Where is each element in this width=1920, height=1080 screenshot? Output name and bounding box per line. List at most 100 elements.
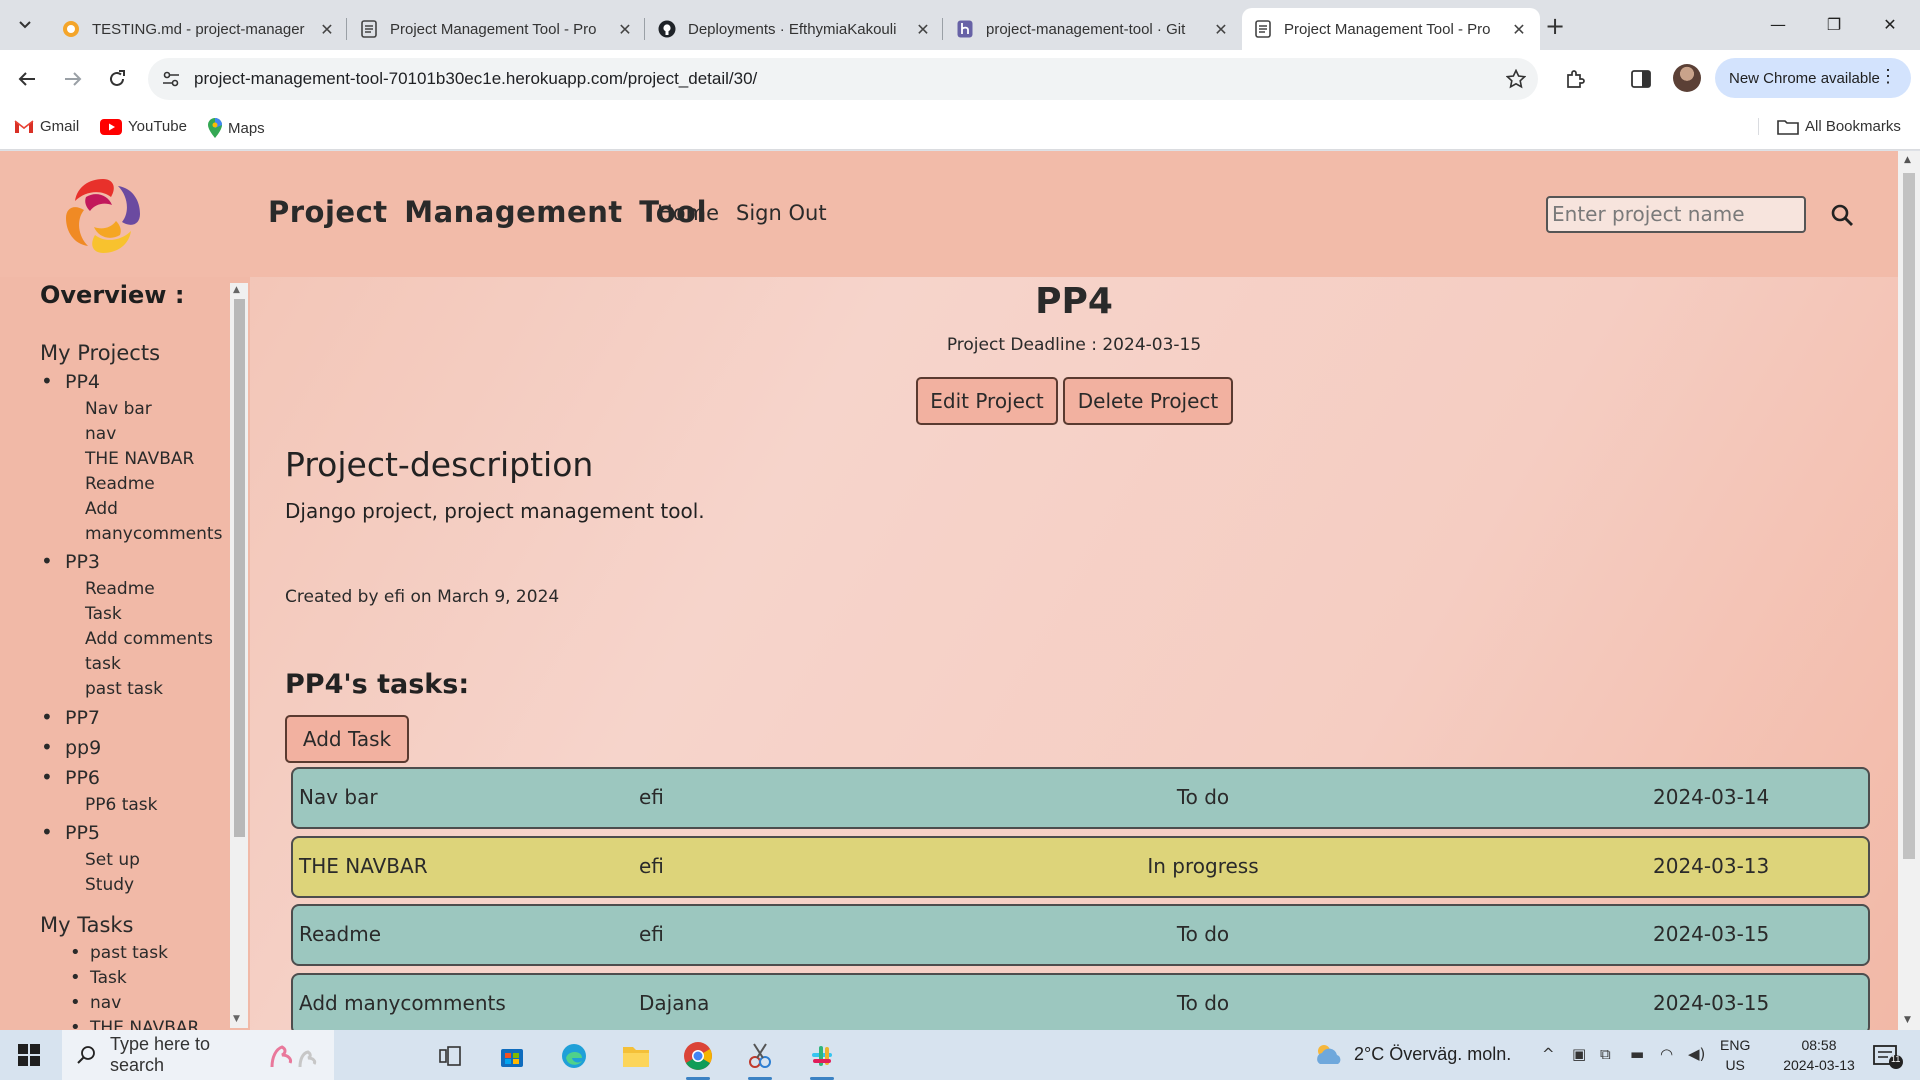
snipping-tool-icon[interactable] xyxy=(740,1038,780,1080)
search-icon[interactable] xyxy=(1828,201,1856,229)
more-menu-icon[interactable]: ⋮ xyxy=(1879,66,1897,87)
sidebar-project[interactable]: PP5 xyxy=(41,820,100,844)
bookmark-maps[interactable]: Maps xyxy=(208,118,265,138)
sidebar-project-task[interactable]: Set up xyxy=(85,848,140,873)
site-info-tune-icon[interactable] xyxy=(148,71,194,87)
task-view-icon[interactable] xyxy=(430,1038,470,1074)
input-language[interactable]: ENG US xyxy=(1720,1035,1750,1075)
sidebar-project[interactable]: PP6 xyxy=(41,765,100,789)
sidebar-project-task[interactable]: Add xyxy=(85,497,118,522)
bookmark-label: Maps xyxy=(228,119,265,137)
sidebar-scroll-thumb[interactable] xyxy=(234,299,245,837)
add-task-button[interactable]: Add Task xyxy=(285,715,409,763)
bookmark-youtube[interactable]: YouTube xyxy=(100,118,187,135)
sidebar-project[interactable]: PP7 xyxy=(41,705,100,729)
sidebar-project[interactable]: PP4 xyxy=(41,369,100,393)
my-task-item[interactable]: Task xyxy=(70,967,127,988)
site-brand-title[interactable]: Project Management Tool xyxy=(268,195,707,229)
restore-icon[interactable]: ❐ xyxy=(1806,8,1862,42)
close-icon[interactable]: ✕ xyxy=(318,20,336,39)
back-arrow-icon[interactable] xyxy=(10,62,44,96)
all-bookmarks[interactable]: All Bookmarks xyxy=(1758,118,1901,135)
sidebar-project[interactable]: pp9 xyxy=(41,735,101,759)
task-status: To do xyxy=(1176,785,1230,809)
volume-icon[interactable]: ◀) xyxy=(1688,1045,1705,1063)
microsoft-store-icon[interactable] xyxy=(492,1038,532,1074)
extensions-puzzle-icon[interactable] xyxy=(1558,62,1592,96)
bookmark-gmail[interactable]: Gmail xyxy=(14,118,79,135)
task-row[interactable]: THE NAVBAR efi In progress 2024-03-13 xyxy=(291,836,1870,898)
sidebar-project-task[interactable]: Readme xyxy=(85,472,155,497)
edge-icon[interactable] xyxy=(554,1038,594,1074)
close-icon[interactable]: ✕ xyxy=(1510,20,1528,39)
task-row[interactable]: Readme efi To do 2024-03-15 xyxy=(291,904,1870,966)
scroll-down-arrow-icon[interactable]: ▼ xyxy=(233,1014,240,1024)
browser-tab-5-active[interactable]: Project Management Tool - Pro ✕ xyxy=(1242,8,1540,50)
project-search-input[interactable]: Enter project name xyxy=(1546,196,1806,233)
system-clock[interactable]: 08:58 2024-03-13 xyxy=(1776,1035,1862,1075)
nav-signout-link[interactable]: Sign Out xyxy=(736,201,827,225)
new-chrome-available-button[interactable]: New Chrome available ⋮ xyxy=(1715,58,1911,98)
browser-tab-3[interactable]: Deployments · EfthymiaKakouli ✕ xyxy=(646,8,944,50)
browser-tab-4[interactable]: project-management-tool · Git ✕ xyxy=(944,8,1242,50)
sidebar-project-task[interactable]: nav xyxy=(85,422,116,447)
meet-now-icon[interactable]: ▣ xyxy=(1572,1045,1586,1063)
sidebar-project-task[interactable]: past task xyxy=(85,677,163,702)
notification-center-icon[interactable]: 11 xyxy=(1866,1040,1906,1070)
scroll-down-arrow-icon[interactable]: ▼ xyxy=(1904,1015,1911,1025)
task-row[interactable]: Add manycomments Dajana To do 2024-03-15 xyxy=(291,973,1870,1030)
windows-start-icon[interactable] xyxy=(18,1044,40,1066)
address-bar[interactable]: project-management-tool-70101b30ec1e.her… xyxy=(148,58,1538,100)
my-tasks-title: My Tasks xyxy=(40,913,134,937)
task-date: 2024-03-14 xyxy=(1653,785,1770,809)
close-icon[interactable]: ✕ xyxy=(914,20,932,39)
sidebar-project-task[interactable]: Study xyxy=(85,873,134,898)
scroll-up-arrow-icon[interactable]: ▲ xyxy=(233,285,240,295)
show-hidden-icons-chevron-icon[interactable]: ^ xyxy=(1542,1045,1555,1063)
forward-arrow-icon[interactable] xyxy=(56,62,90,96)
network-monitor-icon[interactable]: ⧉ xyxy=(1600,1045,1611,1063)
sidebar-project-task[interactable]: task xyxy=(85,652,121,677)
bookmark-star-icon[interactable] xyxy=(1494,69,1538,89)
site-logo[interactable] xyxy=(56,169,150,263)
browser-tab-2[interactable]: Project Management Tool - Pro ✕ xyxy=(348,8,646,50)
scroll-up-arrow-icon[interactable]: ▲ xyxy=(1904,155,1911,165)
sidebar-project-task[interactable]: THE NAVBAR xyxy=(85,447,194,472)
page-scroll-thumb[interactable] xyxy=(1903,173,1915,859)
minimize-icon[interactable]: — xyxy=(1750,8,1806,42)
sidebar-project[interactable]: PP3 xyxy=(41,549,100,573)
taskbar-search-box[interactable]: Type here to search xyxy=(62,1030,334,1080)
battery-icon[interactable]: ▬ xyxy=(1630,1045,1644,1063)
nav-home-link[interactable]: Home xyxy=(657,201,719,225)
tab-search-chevron-icon[interactable] xyxy=(12,12,38,38)
sidebar-project-task[interactable]: Nav bar xyxy=(85,397,152,422)
my-task-item[interactable]: THE NAVBAR xyxy=(70,1017,199,1030)
slack-icon[interactable] xyxy=(802,1038,842,1080)
delete-project-button[interactable]: Delete Project xyxy=(1063,377,1233,425)
file-explorer-icon[interactable] xyxy=(616,1038,656,1074)
sidebar-project-task[interactable]: PP6 task xyxy=(85,793,158,818)
close-icon[interactable]: ✕ xyxy=(616,20,634,39)
close-icon[interactable]: ✕ xyxy=(1212,20,1230,39)
language-code: ENG xyxy=(1720,1037,1751,1053)
chrome-icon[interactable] xyxy=(678,1038,718,1080)
page-scrollbar[interactable]: ▲ ▼ xyxy=(1898,151,1920,1030)
sidebar-project-task[interactable]: Task xyxy=(85,602,122,627)
my-task-item[interactable]: nav xyxy=(70,992,121,1013)
edit-project-button[interactable]: Edit Project xyxy=(916,377,1058,425)
browser-tab-title: Project Management Tool - Pro xyxy=(1284,20,1491,38)
sidebar-project-task[interactable]: manycomments xyxy=(85,522,222,547)
new-tab-plus-icon[interactable]: + xyxy=(1540,12,1570,42)
browser-tab-1[interactable]: TESTING.md - project-manager ✕ xyxy=(50,8,348,50)
side-panel-icon[interactable] xyxy=(1624,62,1658,96)
profile-avatar[interactable] xyxy=(1673,64,1701,92)
reload-icon[interactable] xyxy=(100,62,134,96)
close-window-icon[interactable]: ✕ xyxy=(1862,8,1918,42)
task-row[interactable]: Nav bar efi To do 2024-03-14 xyxy=(291,767,1870,829)
my-task-item[interactable]: past task xyxy=(70,942,168,963)
sidebar-project-task[interactable]: Readme xyxy=(85,577,155,602)
sidebar-scrollbar[interactable]: ▲ ▼ xyxy=(230,283,248,1028)
sidebar-project-task[interactable]: Add comments xyxy=(85,627,213,652)
weather-widget[interactable]: 2°C Överväg. moln. xyxy=(1312,1042,1511,1066)
wifi-icon[interactable]: ◠ xyxy=(1660,1045,1673,1063)
